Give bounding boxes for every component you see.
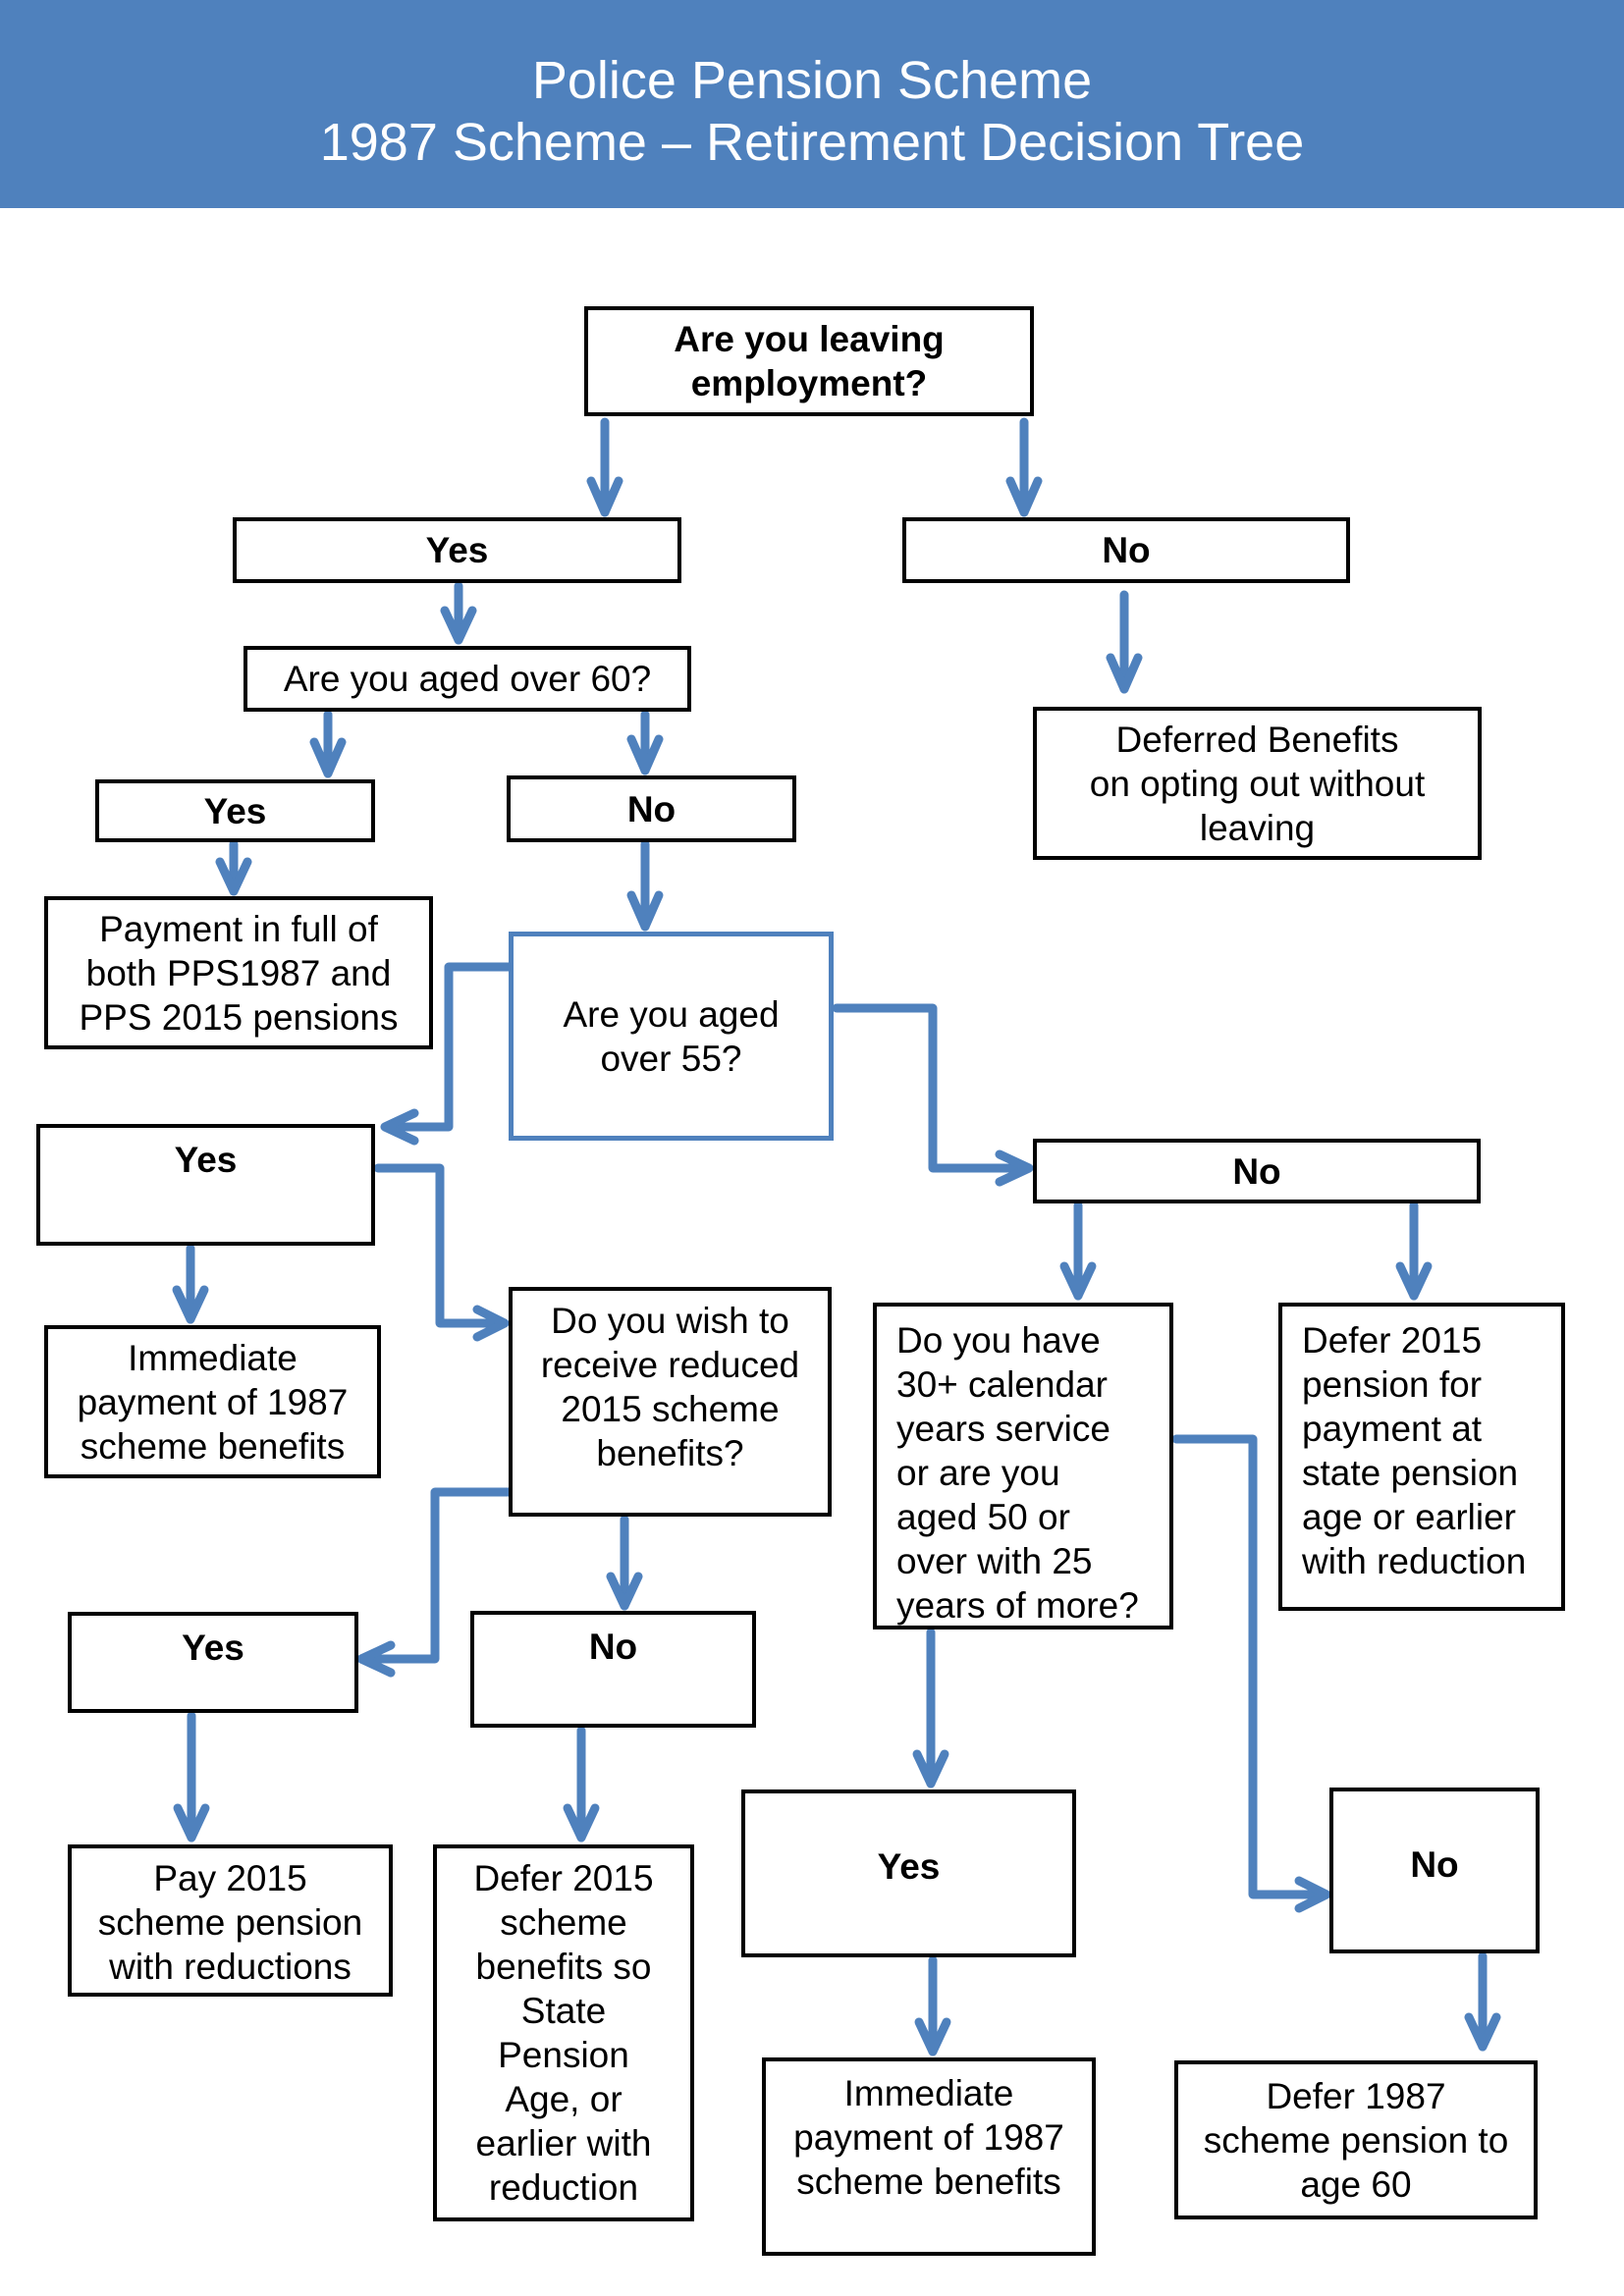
- arrow-leaving-to-yes: [586, 417, 623, 517]
- node-text: Yes: [182, 1628, 244, 1668]
- node-payment-in-full: Payment in full of both PPS1987 and PPS …: [44, 896, 433, 1049]
- arrow-yes55-to-immediate: [172, 1244, 209, 1324]
- arrow-over55-to-no: [832, 1003, 1034, 1187]
- node-no-over-55: No: [1033, 1139, 1481, 1203]
- node-no-service: No: [1329, 1788, 1540, 1953]
- node-text: Defer 1987 scheme pension to age 60: [1203, 2075, 1509, 2205]
- node-aged-over-55: Are you aged over 55?: [509, 932, 834, 1141]
- arrow-yesreduced-to-pay2015: [173, 1711, 210, 1842]
- node-text: Defer 2015 scheme benefits so State Pens…: [473, 1858, 654, 2208]
- node-text: No: [1102, 530, 1151, 570]
- arrow-service-to-yes: [912, 1628, 949, 1789]
- node-immediate-1987-right: Immediate payment of 1987 scheme benefit…: [762, 2057, 1096, 2256]
- node-wish-reduced-2015: Do you wish to receive reduced 2015 sche…: [509, 1287, 832, 1517]
- arrow-noservice-to-defer1987: [1464, 1951, 1501, 2052]
- node-text: Do you wish to receive reduced 2015 sche…: [540, 1301, 800, 1473]
- node-yes-over-55: Yes: [36, 1124, 375, 1246]
- arrow-yes-to-over60: [440, 581, 477, 645]
- node-text: Yes: [174, 1140, 238, 1180]
- arrow-no60-to-over55: [626, 839, 664, 932]
- node-defer-2015-scheme: Defer 2015 scheme benefits so State Pens…: [433, 1844, 694, 2221]
- arrow-leaving-to-no: [1005, 417, 1043, 517]
- arrow-yes55-to-wish: [373, 1163, 510, 1342]
- arrow-wish-to-no: [606, 1515, 643, 1611]
- arrow-noreduced-to-defer2015: [563, 1726, 600, 1842]
- arrow-over60-to-no: [626, 710, 664, 775]
- node-no-over-60: No: [507, 775, 796, 842]
- node-yes-over-60: Yes: [95, 779, 375, 842]
- node-text: Defer 2015 pension for payment at state …: [1302, 1320, 1527, 1581]
- node-text: Yes: [425, 530, 489, 570]
- node-text: Immediate payment of 1987 scheme benefit…: [77, 1337, 349, 1467]
- node-aged-over-60: Are you aged over 60?: [244, 646, 691, 712]
- node-yes-leaving: Yes: [233, 517, 681, 583]
- arrow-no55-to-service: [1059, 1201, 1097, 1301]
- node-text: Yes: [203, 790, 267, 831]
- node-text: No: [626, 788, 677, 829]
- node-leaving-employment: Are you leaving employment?: [584, 306, 1034, 416]
- node-text: Deferred Benefits on opting out without …: [1089, 719, 1426, 848]
- arrow-yesservice-to-immediate: [914, 1955, 951, 2056]
- node-text: Pay 2015 scheme pension with reductions: [97, 1858, 363, 1987]
- node-text: No: [1232, 1150, 1281, 1192]
- arrow-no-to-deferred: [1106, 590, 1143, 694]
- node-immediate-1987-left: Immediate payment of 1987 scheme benefit…: [44, 1325, 381, 1478]
- node-text: Do you have 30+ calendar years service o…: [896, 1320, 1139, 1626]
- node-yes-service: Yes: [741, 1789, 1076, 1957]
- node-text: No: [1410, 1844, 1459, 1885]
- node-service-question: Do you have 30+ calendar years service o…: [873, 1303, 1173, 1629]
- arrow-no55-to-defer2015: [1395, 1201, 1433, 1301]
- node-defer-2015-pension-spa: Defer 2015 pension for payment at state …: [1278, 1303, 1565, 1611]
- node-text: Immediate payment of 1987 scheme benefit…: [793, 2073, 1064, 2202]
- node-text: No: [588, 1627, 638, 1667]
- arrow-over60-to-yes: [309, 710, 347, 778]
- node-text: Are you aged over 55?: [563, 993, 780, 1079]
- node-pay-2015-reduced: Pay 2015 scheme pension with reductions: [68, 1844, 393, 1997]
- node-text: Are you leaving employment?: [674, 319, 945, 403]
- node-text: Are you aged over 60?: [283, 659, 652, 699]
- node-defer-1987-to-60: Defer 1987 scheme pension to age 60: [1174, 2060, 1538, 2219]
- node-no-reduced: No: [470, 1611, 756, 1728]
- node-no-leaving: No: [902, 517, 1350, 583]
- node-text: Yes: [877, 1846, 941, 1887]
- node-text: Payment in full of both PPS1987 and PPS …: [79, 908, 399, 1038]
- node-yes-reduced: Yes: [68, 1612, 358, 1713]
- node-deferred-benefits: Deferred Benefits on opting out without …: [1033, 707, 1482, 860]
- arrow-yes60-to-payment: [215, 839, 252, 896]
